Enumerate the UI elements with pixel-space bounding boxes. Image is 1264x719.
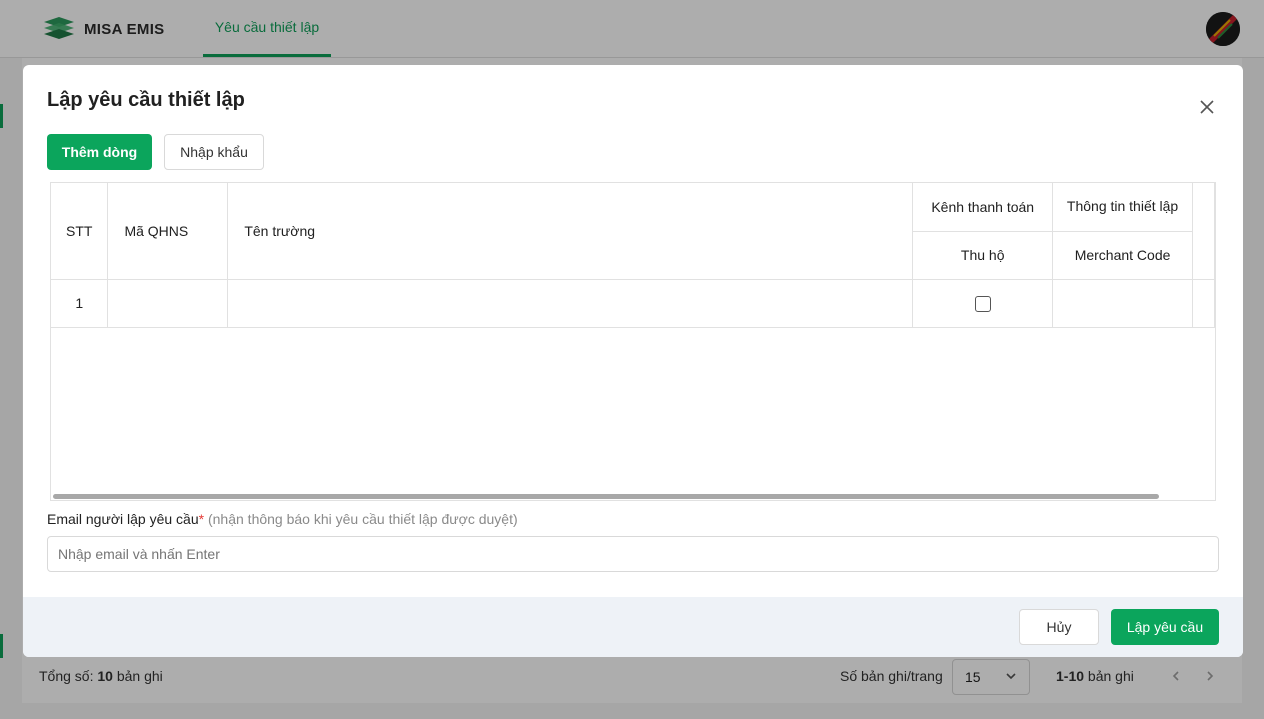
import-button[interactable]: Nhập khẩu — [164, 134, 264, 170]
column-header-stt: STT — [51, 183, 109, 280]
column-header-ma-qhns: Mã QHNS — [107, 183, 229, 280]
email-hint: (nhận thông báo khi yêu cầu thiết lập đư… — [207, 511, 518, 527]
required-mark: * — [198, 511, 205, 527]
email-label: Email người lập yêu cầu* (nhận thông báo… — [47, 511, 518, 527]
horizontal-scrollbar[interactable] — [53, 494, 1159, 499]
cell-merchant-code[interactable] — [1052, 279, 1193, 328]
create-request-modal: Lập yêu cầu thiết lập Thêm dòng Nhập khẩ… — [23, 65, 1243, 657]
modal-title: Lập yêu cầu thiết lập — [47, 89, 245, 111]
cell-ma-qhns[interactable] — [107, 279, 229, 328]
column-header-thu-ho: Thu hộ — [912, 231, 1054, 280]
email-label-text: Email người lập yêu cầu — [47, 511, 199, 527]
cell-ten-truong[interactable] — [227, 279, 914, 328]
column-group-thong-tin-thiet-lap: Thông tin thiết lập — [1052, 183, 1193, 232]
cancel-button[interactable]: Hủy — [1019, 609, 1099, 645]
add-row-button[interactable]: Thêm dòng — [47, 134, 152, 170]
column-header-extra — [1192, 183, 1215, 280]
column-header-ten-truong: Tên trường — [227, 183, 914, 280]
modal-footer: Hủy Lập yêu cầu — [23, 597, 1243, 657]
request-table: STT Mã QHNS Tên trường Kênh thanh toán T… — [50, 182, 1216, 501]
request-table-grid: STT Mã QHNS Tên trường Kênh thanh toán T… — [51, 183, 1215, 328]
cell-stt: 1 — [51, 279, 109, 328]
cell-extra — [1192, 279, 1215, 328]
close-icon[interactable] — [1196, 96, 1218, 118]
submit-request-button[interactable]: Lập yêu cầu — [1111, 609, 1219, 645]
cell-thu-ho — [912, 279, 1054, 328]
thu-ho-checkbox[interactable] — [974, 295, 991, 312]
email-input[interactable] — [47, 536, 1219, 572]
column-header-merchant-code: Merchant Code — [1052, 231, 1193, 280]
table-row: 1 — [51, 279, 1215, 328]
column-group-kenh-thanh-toan: Kênh thanh toán — [912, 183, 1054, 232]
